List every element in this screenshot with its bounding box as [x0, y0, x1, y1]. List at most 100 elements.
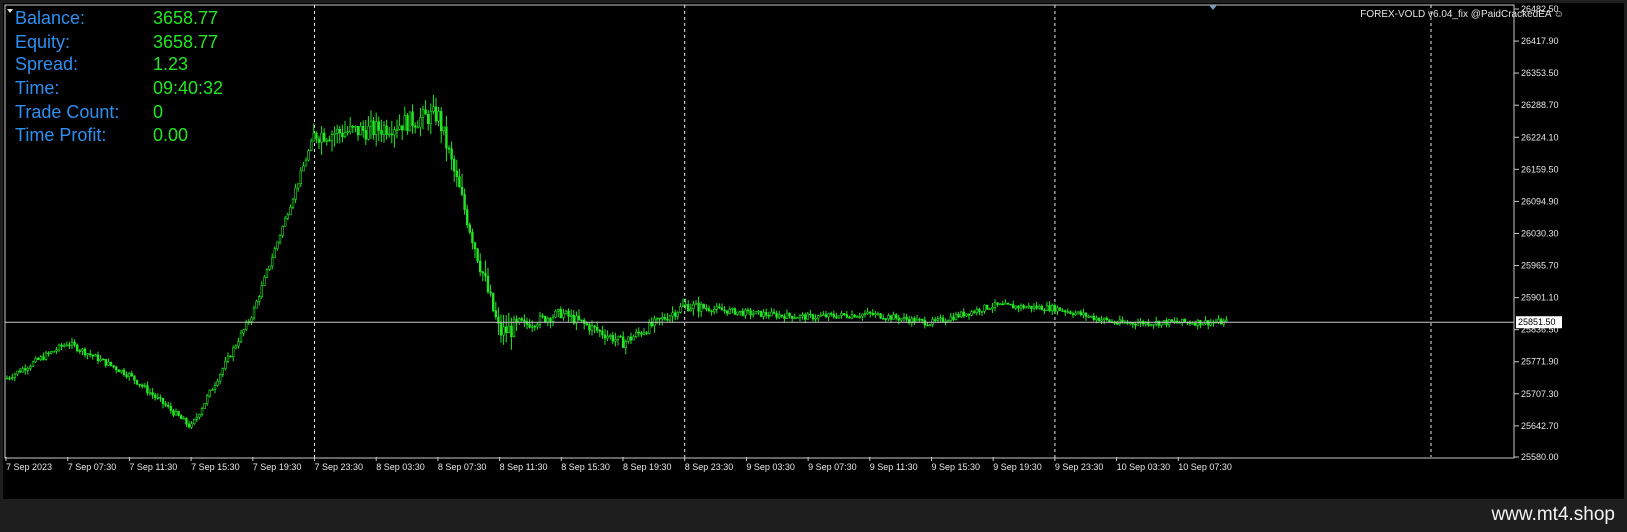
candle-body [343, 132, 347, 137]
candle-body [816, 315, 820, 319]
candle-body [959, 311, 963, 318]
candle-body [187, 423, 191, 428]
candle-body [419, 117, 422, 128]
candle-body [447, 147, 451, 150]
candle-body [471, 231, 474, 244]
candle-body [354, 125, 357, 128]
candle-body [640, 332, 643, 335]
candle-body [897, 317, 901, 321]
candle-body [725, 310, 729, 314]
x-tick-label: 7 Sep 23:30 [315, 462, 364, 472]
candle-body [499, 322, 503, 336]
candle-body [255, 301, 258, 309]
candle-body [798, 315, 802, 318]
candle-body [655, 317, 659, 320]
candle-body [252, 307, 256, 319]
candle-body [788, 312, 791, 317]
candle-body [390, 133, 393, 136]
candle-body [855, 316, 859, 318]
candle-body [731, 308, 734, 310]
candle-body [608, 335, 612, 337]
candle-body [1058, 307, 1062, 311]
candle-body [549, 318, 552, 322]
candle-body [374, 121, 378, 135]
candle-body [172, 410, 175, 416]
candle-body [660, 317, 664, 320]
candle-body [439, 111, 443, 132]
candle-body [260, 285, 263, 298]
candle-body [528, 324, 531, 328]
candle-body [757, 310, 760, 313]
candle-body [5, 377, 9, 380]
candle-body [585, 322, 589, 325]
candle-body [1027, 305, 1031, 308]
x-tick-label: 8 Sep 11:30 [500, 462, 548, 472]
candle-body [325, 139, 328, 142]
candle-body [1201, 323, 1205, 326]
candle-body [853, 314, 856, 318]
candle-body [941, 317, 945, 322]
candle-body [1024, 306, 1028, 309]
candle-body [627, 336, 630, 342]
candle-body [122, 369, 126, 376]
candle-body [1066, 311, 1070, 314]
candle-body [130, 373, 134, 377]
candle-body [216, 380, 219, 386]
candle-body [245, 322, 248, 330]
candle-body [49, 351, 53, 354]
candle-body [224, 361, 227, 369]
candle-body [874, 313, 877, 315]
candle-body [1045, 305, 1049, 311]
chart-area[interactable]: 26482.50 26417.90 26353.50 26288.70 26224.10… [3, 3, 1624, 499]
candle-body [720, 307, 724, 311]
candle-body [185, 417, 188, 425]
candle-body [754, 311, 758, 315]
candle-body [138, 383, 141, 386]
candle-body [229, 355, 232, 358]
candle-body [268, 265, 271, 270]
candle-body [876, 313, 880, 315]
candle-body [387, 133, 391, 136]
x-tick-label: 7 Sep 07:30 [68, 462, 117, 472]
candle-body [47, 352, 50, 355]
candle-body [424, 109, 427, 115]
ea-name-label: FOREX-VOLD v6.04_fix @PaidCrackedEA ☺ [1360, 9, 1564, 20]
candle-body [918, 318, 921, 321]
candle-body [1038, 305, 1041, 309]
candle-body [764, 312, 768, 316]
candle-body [746, 309, 750, 312]
candle-body [73, 341, 76, 346]
candle-body [320, 132, 323, 143]
candle-body [536, 324, 539, 327]
candle-body [94, 354, 97, 357]
x-tick-label: 8 Sep 03:30 [376, 462, 425, 472]
candle-body [1064, 310, 1067, 313]
candle-body [900, 318, 903, 321]
candle-body [840, 313, 843, 316]
candle-body [554, 310, 557, 318]
candle-body [601, 330, 604, 336]
candle-body [858, 316, 862, 318]
candle-body [182, 417, 185, 420]
candle-body [975, 309, 979, 313]
x-tick-label: 7 Sep 11:30 [129, 462, 177, 472]
candlestick-chart[interactable]: 26482.5026417.9026353.5026288.7026224.10… [3, 3, 1624, 499]
candle-body [434, 106, 438, 122]
candle-body [642, 332, 646, 335]
candle-body [983, 304, 986, 312]
candle-body [1116, 322, 1119, 325]
candle-body [822, 314, 825, 316]
watermark: www.mt4.shop [1491, 504, 1615, 525]
y-tick-label: 25707.30 [1521, 389, 1559, 399]
y-tick-label: 25771.90 [1521, 357, 1559, 367]
candle-body [364, 130, 367, 140]
candle-body [309, 140, 313, 151]
candle-body [250, 317, 253, 322]
candle-body [645, 332, 648, 334]
candle-body [866, 311, 869, 315]
candle-body [1053, 304, 1057, 312]
candle-body [450, 148, 453, 160]
candle-body [920, 319, 924, 321]
x-tick-label: 7 Sep 15:30 [191, 462, 240, 472]
candle-body [809, 313, 812, 316]
